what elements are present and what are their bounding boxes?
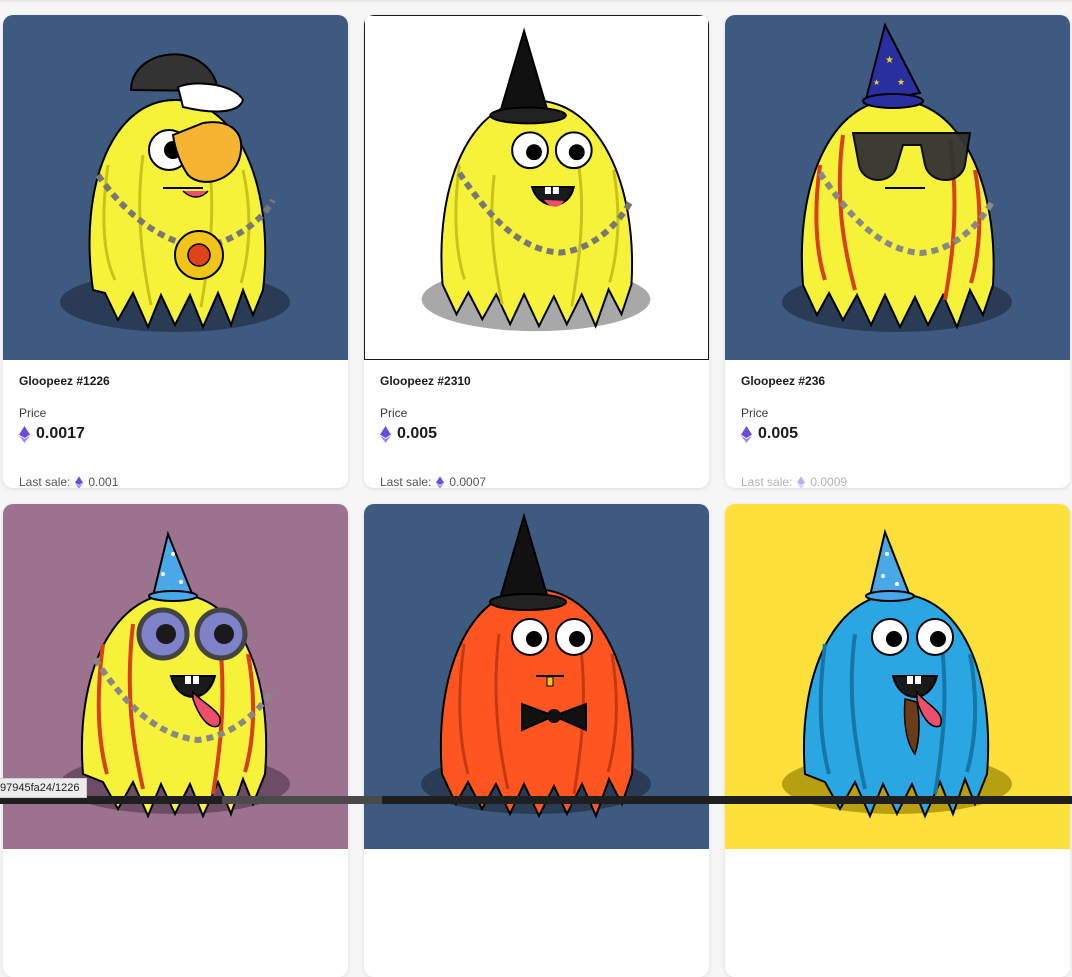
svg-text:★: ★ — [885, 55, 894, 66]
nft-card-row2-1[interactable] — [3, 504, 348, 977]
nft-card-1226[interactable]: Gloopeez #1226 Price 0.0017 Last sale: 0… — [3, 15, 348, 488]
last-sale-value: 0.001 — [88, 475, 119, 488]
ethereum-icon — [741, 425, 752, 443]
last-sale-value: 0.0007 — [449, 475, 487, 488]
ethereum-icon — [75, 475, 84, 488]
last-sale-row: Last sale: 0.001 — [19, 475, 118, 488]
nft-image-gloopeez-1226[interactable] — [3, 15, 348, 360]
ethereum-icon — [380, 425, 391, 443]
svg-text:★: ★ — [897, 77, 905, 87]
price-row: 0.005 — [741, 425, 798, 443]
top-divider — [0, 0, 1072, 2]
nft-image-gloopeez-236[interactable]: ★ ★ ★ — [725, 15, 1070, 360]
nft-name[interactable]: Gloopeez #2310 — [380, 374, 471, 388]
price-label: Price — [741, 406, 769, 420]
svg-text:★: ★ — [873, 78, 880, 87]
nft-name[interactable]: Gloopeez #1226 — [19, 374, 110, 388]
price-label: Price — [380, 406, 408, 420]
price-value: 0.0017 — [36, 425, 85, 442]
last-sale-label: Last sale: — [380, 475, 432, 488]
price-value: 0.005 — [758, 425, 799, 442]
ethereum-icon — [19, 425, 30, 443]
last-sale-label: Last sale: — [741, 475, 793, 488]
ethereum-icon — [797, 475, 806, 488]
nft-image-gloopeez-2310[interactable] — [364, 15, 709, 360]
nft-card-236[interactable]: ★ ★ ★ Gloopeez #236 Price 0.005 Last sal… — [725, 15, 1070, 488]
nft-name[interactable]: Gloopeez #236 — [741, 374, 825, 388]
scrollbar-thumb[interactable] — [222, 796, 382, 804]
status-bar-url: 97945fa24/1226 — [0, 778, 87, 798]
nft-card-2310[interactable]: Gloopeez #2310 Price 0.005 Last sale: 0.… — [364, 15, 709, 488]
price-value: 0.005 — [397, 425, 438, 442]
nft-card-row2-2[interactable] — [364, 504, 709, 977]
price-row: 0.0017 — [19, 425, 85, 443]
last-sale-label: Last sale: — [19, 475, 71, 488]
price-row: 0.005 — [380, 425, 437, 443]
ethereum-icon — [436, 475, 445, 488]
last-sale-row: Last sale: 0.0009 — [741, 475, 847, 488]
horizontal-scrollbar[interactable] — [0, 796, 1072, 804]
nft-card-row2-3[interactable] — [725, 504, 1070, 977]
last-sale-value: 0.0009 — [810, 475, 848, 488]
price-label: Price — [19, 406, 47, 420]
last-sale-row: Last sale: 0.0007 — [380, 475, 486, 488]
